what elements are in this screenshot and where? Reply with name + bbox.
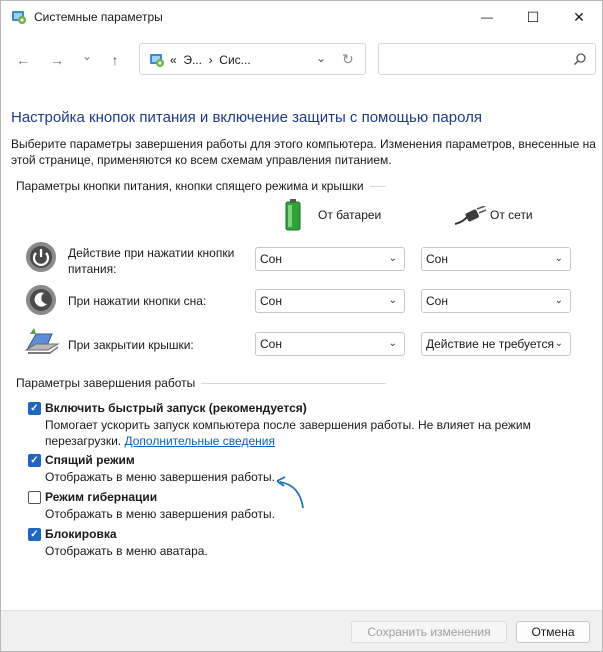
select-value: Действие не требуется [426, 337, 555, 351]
back-arrow-icon: ← [16, 52, 30, 68]
close-button[interactable]: ✕ [556, 1, 602, 33]
fast-startup-description: Помогает ускорить запуск компьютера посл… [45, 418, 531, 432]
forward-button[interactable]: → [47, 50, 67, 70]
control-panel-icon [150, 54, 164, 67]
control-panel-window: Системные параметры — ☐ ✕ ← → ⌄ ↑ « Э...… [0, 0, 603, 652]
search-icon [573, 53, 586, 66]
lid-close-battery-select[interactable]: Сон ⌄ [255, 332, 405, 356]
select-value: Сон [260, 337, 282, 351]
back-button[interactable]: ← [13, 50, 33, 70]
sleep-button-ac-select[interactable]: Сон ⌄ [421, 289, 571, 313]
forward-arrow-icon: → [50, 52, 64, 68]
chevron-down-icon: ⌄ [554, 253, 563, 264]
cancel-button[interactable]: Отмена [516, 621, 590, 643]
fast-startup-checkbox[interactable]: ✓ [28, 402, 41, 415]
lock-checkbox[interactable]: ✓ [28, 528, 41, 541]
power-button-icon [26, 242, 56, 272]
power-buttons-group-label: Параметры кнопки питания, кнопки спящего… [16, 179, 370, 193]
more-info-link[interactable]: Дополнительные сведения [124, 434, 274, 448]
battery-column-header: От батареи [318, 208, 382, 222]
chevron-down-icon: ⌄ [388, 295, 397, 306]
control-panel-icon [12, 11, 26, 24]
power-button-battery-select[interactable]: Сон ⌄ [255, 247, 405, 271]
lock-label[interactable]: Блокировка [45, 527, 117, 541]
chevron-down-icon: ⌄ [554, 295, 563, 306]
chevron-down-icon: ⌄ [554, 338, 563, 349]
maximize-button[interactable]: ☐ [510, 1, 556, 33]
refresh-icon[interactable]: ↻ [342, 51, 354, 68]
chevron-down-icon: ⌄ [388, 338, 397, 349]
fast-startup-description-end: перезагрузки. [45, 434, 125, 448]
sleep-description: Отображать в меню завершения работы. [45, 470, 276, 484]
fast-startup-description-2: перезагрузки. Дополнительные сведения [45, 433, 275, 449]
navigation-bar: ← → ⌄ ↑ « Э... › Сис... ⌄ ↻ [1, 33, 602, 85]
power-button-action-label: Действие при нажатии кнопки питания: [68, 246, 235, 276]
sleep-button-icon [26, 285, 56, 315]
page-description: Выберите параметры завершения работы для… [11, 137, 596, 167]
save-changes-button[interactable]: Сохранить изменения [351, 621, 507, 643]
select-value: Сон [260, 252, 282, 266]
title-bar: Системные параметры — ☐ ✕ [1, 1, 602, 33]
window-title: Системные параметры [34, 10, 163, 24]
address-dropdown-icon[interactable]: ⌄ [316, 51, 326, 65]
up-button[interactable]: ↑ [105, 50, 125, 70]
minimize-button[interactable]: — [464, 1, 510, 33]
hibernate-checkbox[interactable] [28, 491, 41, 504]
select-value: Сон [426, 252, 448, 266]
hibernate-description: Отображать в меню завершения работы. [45, 507, 276, 521]
shutdown-group-label: Параметры завершения работы [16, 376, 202, 390]
address-bar[interactable]: « Э... › Сис... ⌄ ↻ [139, 43, 366, 75]
sleep-button-battery-select[interactable]: Сон ⌄ [255, 289, 405, 313]
laptop-lid-icon [24, 328, 60, 354]
up-arrow-icon: ↑ [111, 52, 119, 68]
power-plug-icon [454, 206, 487, 225]
sleep-button-action-label: При нажатии кнопки сна: [68, 294, 207, 308]
footer-bar: Сохранить изменения Отмена [1, 610, 602, 651]
lock-description: Отображать в меню аватара. [45, 544, 208, 558]
maximize-icon: ☐ [526, 8, 540, 25]
sleep-checkbox[interactable]: ✓ [28, 454, 41, 467]
lid-close-action-label: При закрытии крышки: [68, 338, 194, 352]
lid-close-ac-select[interactable]: Действие не требуется ⌄ [421, 332, 571, 356]
search-input[interactable] [378, 43, 596, 75]
sleep-label[interactable]: Спящий режим [45, 453, 135, 467]
select-value: Сон [260, 294, 282, 308]
address-path: « Э... › Сис... [170, 53, 251, 67]
battery-icon [285, 199, 301, 231]
page-title: Настройка кнопок питания и включение защ… [11, 109, 482, 126]
fast-startup-label[interactable]: Включить быстрый запуск (рекомендуется) [45, 401, 307, 415]
minimize-icon: — [481, 10, 493, 24]
recent-locations-button[interactable]: ⌄ [77, 46, 97, 66]
chevron-down-icon: ⌄ [388, 253, 397, 264]
close-icon: ✕ [573, 8, 585, 25]
chevron-down-icon: ⌄ [81, 49, 93, 63]
annotation-arrow-icon [276, 476, 304, 509]
select-value: Сон [426, 294, 448, 308]
hibernate-label[interactable]: Режим гибернации [45, 490, 157, 504]
ac-column-header: От сети [490, 208, 533, 222]
power-button-ac-select[interactable]: Сон ⌄ [421, 247, 571, 271]
